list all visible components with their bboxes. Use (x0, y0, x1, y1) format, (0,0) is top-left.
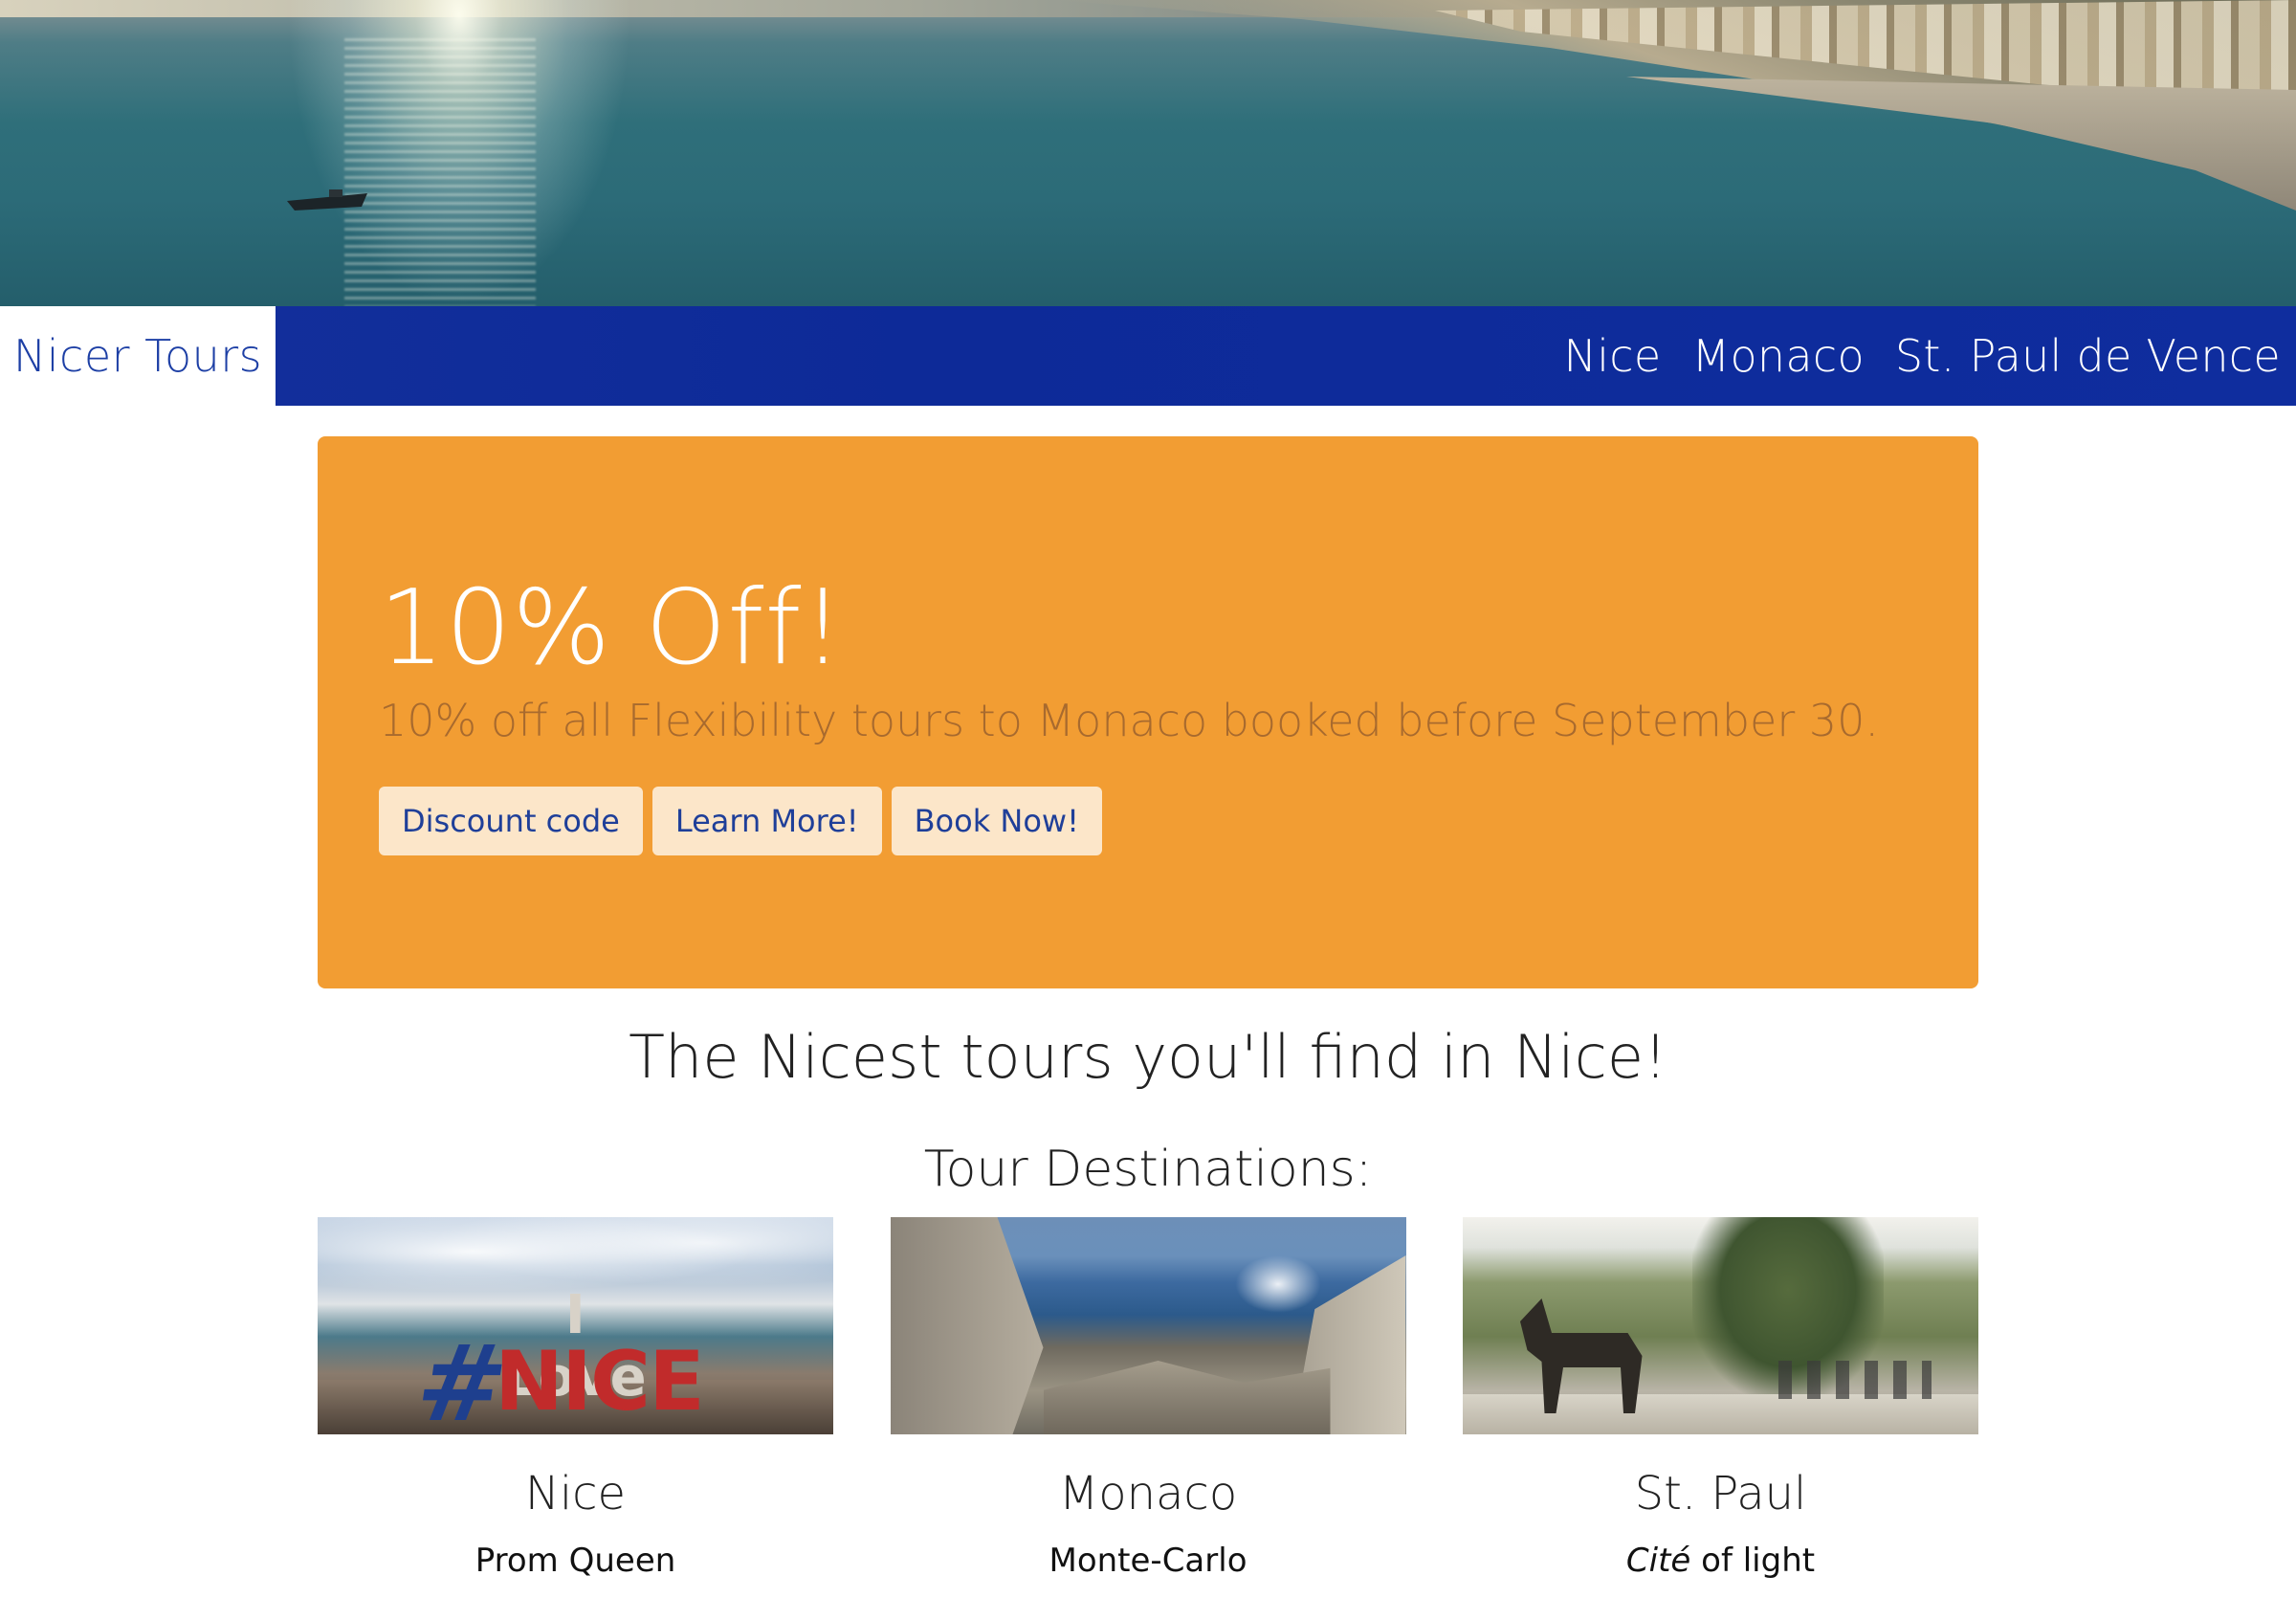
top-navbar: Nicer Tours Nice Monaco St. Paul de Venc… (0, 306, 2296, 406)
monaco-photo[interactable] (890, 1217, 1406, 1434)
destination-cards: # I Love NICE Nice Prom Queen Monaco Mon… (318, 1217, 1978, 1580)
nav-link-st-paul[interactable]: St. Paul de Vence (1895, 330, 2281, 382)
destinations-heading: Tour Destinations: (923, 1141, 1373, 1198)
promo-description: 10% off all Flexibility tours to Monaco … (379, 695, 1880, 746)
card-title-monaco: Monaco (1058, 1467, 1238, 1520)
card-subtitle-st-paul-italic: Cité (1625, 1542, 1691, 1580)
st-paul-photo-wall (1463, 1394, 1978, 1434)
promo-title: 10% Off! (379, 568, 845, 688)
card-subtitle-st-paul: Cité of light (1463, 1542, 1978, 1580)
sign-nice: NICE (495, 1334, 705, 1430)
promo-jumbotron: 10% Off! 10% off all Flexibility tours t… (318, 436, 1978, 988)
destination-card-monaco[interactable]: Monaco Monte-Carlo (890, 1217, 1406, 1580)
card-subtitle-st-paul-rest: of light (1690, 1542, 1816, 1580)
destination-card-st-paul[interactable]: St. Paul Cité of light (1463, 1217, 1978, 1580)
book-now-button[interactable]: Book Now! (891, 787, 1102, 855)
nav-link-monaco[interactable]: Monaco (1692, 330, 1865, 382)
brand-link[interactable]: Nicer Tours (0, 306, 276, 406)
hero-beach (1626, 77, 2296, 211)
discount-code-button[interactable]: Discount code (379, 787, 643, 855)
monaco-photo-cliff-left (890, 1217, 1044, 1434)
destination-card-nice[interactable]: # I Love NICE Nice Prom Queen (318, 1217, 833, 1580)
learn-more-button[interactable]: Learn More! (651, 787, 882, 855)
nice-photo[interactable]: # I Love NICE (318, 1217, 833, 1434)
card-subtitle-monaco: Monte-Carlo (1049, 1542, 1247, 1580)
page-tagline: The Nicest tours you'll find in Nice! (629, 1022, 1667, 1092)
monaco-photo-rocks (1043, 1361, 1331, 1434)
card-subtitle-nice: Prom Queen (475, 1542, 676, 1580)
monaco-photo-sun-glint (1234, 1255, 1321, 1313)
st-paul-photo-people (1778, 1361, 1932, 1399)
hero-banner-image (0, 0, 2296, 306)
st-paul-photo[interactable] (1463, 1217, 1978, 1434)
nav-links: Nice Monaco St. Paul de Vence (1564, 306, 2281, 406)
hero-sun-reflection (344, 38, 536, 306)
nav-link-nice[interactable]: Nice (1564, 330, 1662, 382)
boat-icon (287, 189, 367, 211)
promo-button-group: Discount code Learn More! Book Now! (379, 787, 1102, 855)
card-title-nice: Nice (524, 1467, 627, 1520)
card-title-st-paul: St. Paul (1634, 1467, 1807, 1520)
